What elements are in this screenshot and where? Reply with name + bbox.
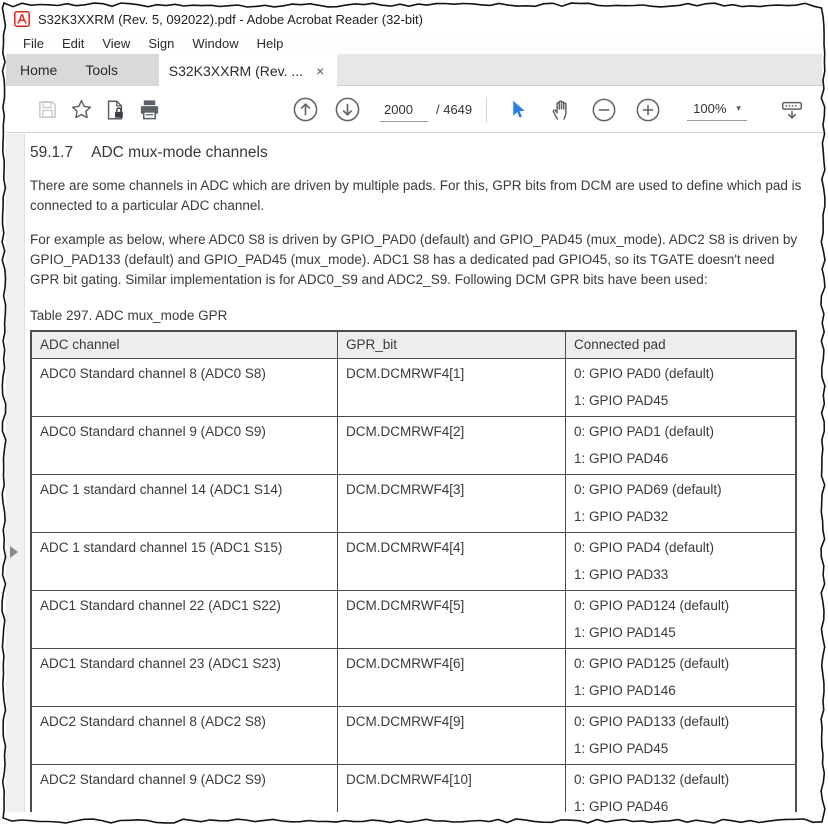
table-row: ADC 1 standard channel 14 (ADC1 S14) DCM.… bbox=[32, 475, 795, 533]
table-body: ADC0 Standard channel 8 (ADC0 S8) DCM.DCM… bbox=[32, 359, 795, 812]
navigation-pane-strip bbox=[6, 134, 25, 812]
pad-option-0: 0: GPIO PAD124 (default) bbox=[574, 598, 730, 613]
menu-help[interactable]: Help bbox=[248, 34, 293, 53]
page-number-input[interactable] bbox=[380, 97, 428, 122]
section-title: ADC mux-mode channels bbox=[91, 144, 268, 161]
table-row: ADC2 Standard channel 9 (ADC2 S9) DCM.DCM… bbox=[32, 765, 795, 812]
tab-home[interactable]: Home bbox=[6, 54, 71, 86]
pad-option-1: 1: GPIO PAD33 bbox=[574, 567, 669, 582]
zoom-in-icon[interactable] bbox=[631, 93, 665, 127]
chevron-down-icon: ▾ bbox=[736, 102, 741, 113]
zoom-level-value: 100% bbox=[693, 100, 727, 116]
section-number: 59.1.7 bbox=[30, 144, 74, 161]
hand-tool-icon[interactable] bbox=[545, 93, 579, 127]
menu-bar: File Edit View Sign Window Help bbox=[6, 32, 822, 54]
cell-connected-pad: 0: GPIO PAD1 (default) 1: GPIO PAD46 bbox=[566, 417, 795, 474]
menu-edit[interactable]: Edit bbox=[53, 34, 93, 53]
table-row: ADC 1 standard channel 15 (ADC1 S15) DCM.… bbox=[32, 533, 795, 591]
window-title: S32K3XXRM (Rev. 5, 092022).pdf - Adobe A… bbox=[38, 11, 423, 27]
tab-group-static: Home Tools bbox=[6, 54, 159, 86]
table-row: ADC1 Standard channel 22 (ADC1 S22) DCM.D… bbox=[32, 591, 795, 649]
zoom-out-icon[interactable] bbox=[587, 93, 621, 127]
paragraph-intro: There are some channels in ADC which are… bbox=[30, 178, 802, 213]
pad-option-0: 0: GPIO PAD132 (default) bbox=[574, 772, 730, 787]
export-pdf-lock-icon[interactable] bbox=[98, 93, 132, 127]
table-header-connected-pad: Connected pad bbox=[574, 337, 666, 352]
tab-document[interactable]: S32K3XXRM (Rev. ... × bbox=[159, 54, 337, 87]
table-header-adc-channel: ADC channel bbox=[32, 332, 338, 358]
cell-adc-channel: ADC1 Standard channel 22 (ADC1 S22) bbox=[32, 591, 338, 648]
pad-option-1: 1: GPIO PAD32 bbox=[574, 509, 669, 524]
pad-option-0: 0: GPIO PAD125 (default) bbox=[574, 656, 730, 671]
table-row: ADC0 Standard channel 8 (ADC0 S8) DCM.DCM… bbox=[32, 359, 795, 417]
table-header-gpr-bit: GPR_bit bbox=[338, 332, 566, 358]
cell-adc-channel: ADC1 Standard channel 23 (ADC1 S23) bbox=[32, 649, 338, 706]
tab-close-icon[interactable]: × bbox=[313, 62, 327, 80]
previous-page-icon[interactable] bbox=[288, 93, 322, 127]
cell-connected-pad: 0: GPIO PAD0 (default) 1: GPIO PAD45 bbox=[566, 359, 795, 416]
pad-option-0: 0: GPIO PAD69 (default) bbox=[574, 482, 722, 497]
cell-connected-pad: 0: GPIO PAD124 (default) 1: GPIO PAD145 bbox=[566, 591, 795, 648]
cell-adc-channel: ADC2 Standard channel 9 (ADC2 S9) bbox=[32, 765, 338, 812]
table-row: ADC2 Standard channel 8 (ADC2 S8) DCM.DCM… bbox=[32, 707, 795, 765]
selection-pointer-icon[interactable] bbox=[501, 93, 535, 127]
cell-connected-pad: 0: GPIO PAD4 (default) 1: GPIO PAD33 bbox=[566, 533, 795, 590]
cell-adc-channel: ADC2 Standard channel 8 (ADC2 S8) bbox=[32, 707, 338, 764]
toolbar-divider bbox=[486, 96, 488, 123]
cell-gpr-bit: DCM.DCMRWF4[4] bbox=[338, 533, 566, 590]
pad-option-1: 1: GPIO PAD46 bbox=[574, 451, 669, 466]
section-heading: 59.1.7 ADC mux-mode channels bbox=[30, 144, 816, 162]
pad-option-1: 1: GPIO PAD45 bbox=[574, 393, 669, 408]
menu-sign[interactable]: Sign bbox=[139, 34, 183, 53]
window-titlebar: S32K3XXRM (Rev. 5, 092022).pdf - Adobe A… bbox=[6, 6, 822, 32]
table-caption: Table 297. ADC mux_mode GPR bbox=[30, 308, 228, 323]
pad-option-0: 0: GPIO PAD0 (default) bbox=[574, 366, 715, 381]
page-total-label: / 4649 bbox=[436, 102, 473, 117]
cell-gpr-bit: DCM.DCMRWF4[1] bbox=[338, 359, 566, 416]
pad-option-0: 0: GPIO PAD133 (default) bbox=[574, 714, 730, 729]
zoom-level-dropdown[interactable]: 100% ▾ bbox=[687, 99, 747, 121]
cell-gpr-bit: DCM.DCMRWF4[3] bbox=[338, 475, 566, 532]
nav-pane-expand-icon[interactable] bbox=[10, 546, 18, 558]
cell-gpr-bit: DCM.DCMRWF4[10] bbox=[338, 765, 566, 812]
next-page-icon[interactable] bbox=[330, 93, 364, 127]
table-row: ADC0 Standard channel 9 (ADC0 S9) DCM.DCM… bbox=[32, 417, 795, 475]
cell-gpr-bit: DCM.DCMRWF4[2] bbox=[338, 417, 566, 474]
page-display-icon[interactable] bbox=[775, 93, 809, 127]
pad-option-1: 1: GPIO PAD46 bbox=[574, 799, 669, 812]
cell-adc-channel: ADC 1 standard channel 14 (ADC1 S14) bbox=[32, 475, 338, 532]
cell-adc-channel: ADC0 Standard channel 8 (ADC0 S8) bbox=[32, 359, 338, 416]
paragraph-example: For example as below, where ADC0 S8 is d… bbox=[30, 232, 798, 287]
tab-bar: Home Tools S32K3XXRM (Rev. ... × bbox=[6, 54, 822, 87]
pad-option-1: 1: GPIO PAD146 bbox=[574, 683, 676, 698]
pdf-page-view[interactable]: 59.1.7 ADC mux-mode channels There are so… bbox=[25, 134, 820, 812]
cell-adc-channel: ADC 1 standard channel 15 (ADC1 S15) bbox=[32, 533, 338, 590]
cell-adc-channel: ADC0 Standard channel 9 (ADC0 S9) bbox=[32, 417, 338, 474]
cell-gpr-bit: DCM.DCMRWF4[6] bbox=[338, 649, 566, 706]
cell-connected-pad: 0: GPIO PAD132 (default) 1: GPIO PAD46 bbox=[566, 765, 795, 812]
print-icon[interactable] bbox=[132, 93, 166, 127]
pad-option-1: 1: GPIO PAD45 bbox=[574, 741, 669, 756]
cell-connected-pad: 0: GPIO PAD133 (default) 1: GPIO PAD45 bbox=[566, 707, 795, 764]
tab-document-label: S32K3XXRM (Rev. ... bbox=[168, 62, 304, 79]
cell-connected-pad: 0: GPIO PAD125 (default) 1: GPIO PAD146 bbox=[566, 649, 795, 706]
pad-option-0: 0: GPIO PAD4 (default) bbox=[574, 540, 715, 555]
cell-connected-pad: 0: GPIO PAD69 (default) 1: GPIO PAD32 bbox=[566, 475, 795, 532]
cell-gpr-bit: DCM.DCMRWF4[9] bbox=[338, 707, 566, 764]
screenshot-root: S32K3XXRM (Rev. 5, 092022).pdf - Adobe A… bbox=[0, 0, 828, 828]
acrobat-app-icon bbox=[14, 11, 30, 27]
tab-tools[interactable]: Tools bbox=[71, 54, 132, 86]
table-header-row: ADC channel GPR_bit Connected pad bbox=[32, 332, 795, 359]
cell-gpr-bit: DCM.DCMRWF4[5] bbox=[338, 591, 566, 648]
star-icon[interactable] bbox=[64, 93, 98, 127]
table-row: ADC1 Standard channel 23 (ADC1 S23) DCM.D… bbox=[32, 649, 795, 707]
main-toolbar: / 4649 100% ▾ bbox=[6, 87, 822, 133]
pad-option-0: 0: GPIO PAD1 (default) bbox=[574, 424, 715, 439]
menu-window[interactable]: Window bbox=[183, 34, 247, 53]
pad-option-1: 1: GPIO PAD145 bbox=[574, 625, 676, 640]
save-icon[interactable] bbox=[30, 93, 64, 127]
menu-file[interactable]: File bbox=[14, 34, 53, 53]
adc-mux-table: ADC channel GPR_bit Connected pad ADC0 S… bbox=[30, 330, 797, 812]
menu-view[interactable]: View bbox=[93, 34, 139, 53]
